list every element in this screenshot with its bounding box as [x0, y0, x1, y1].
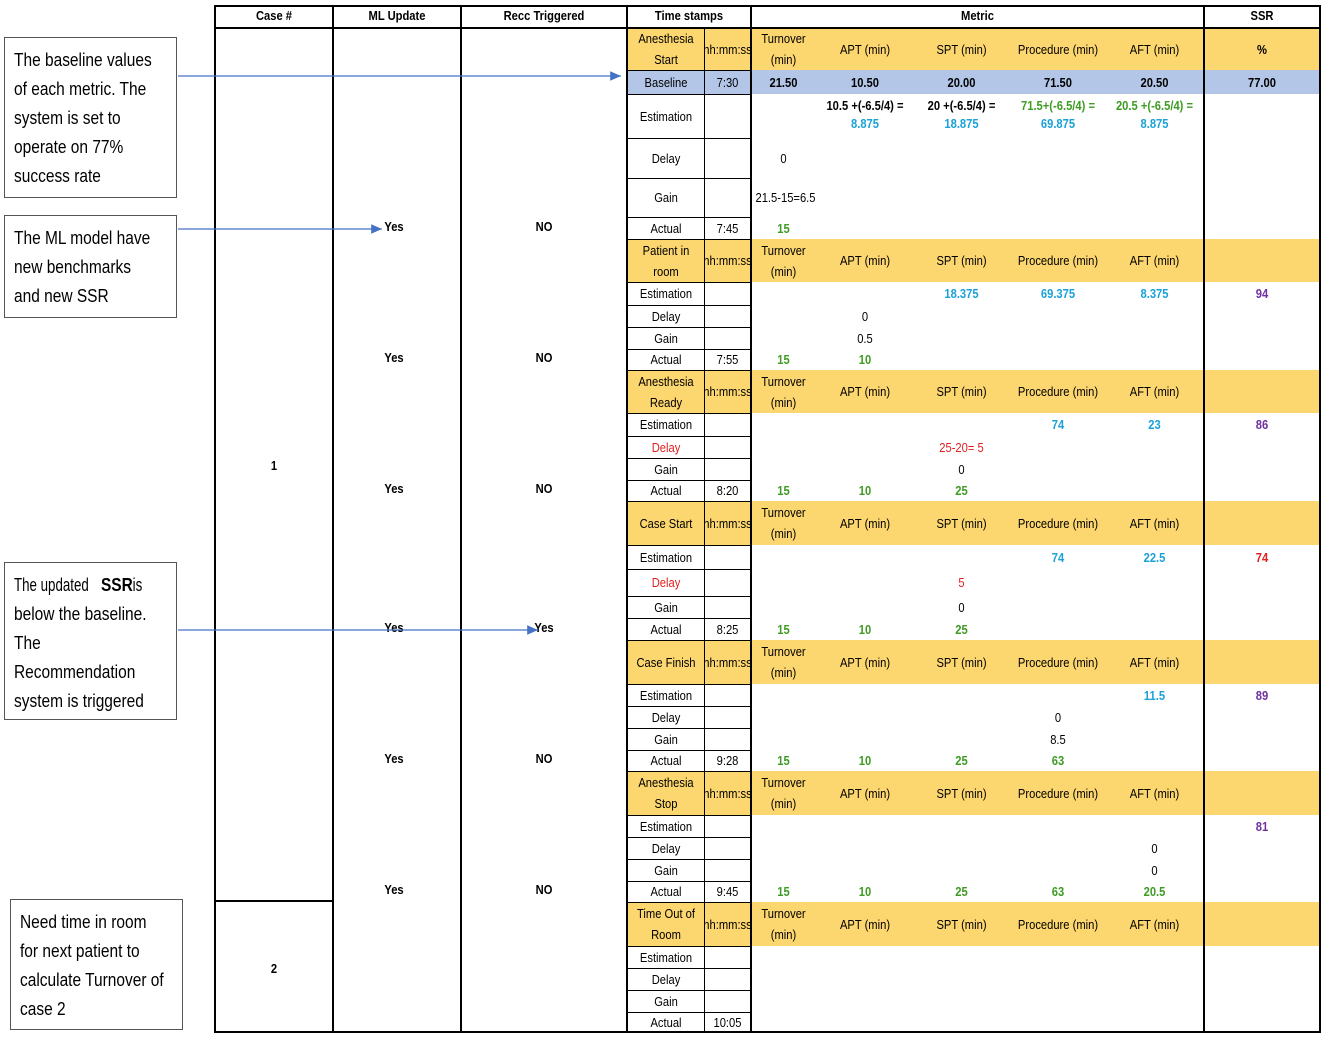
- callout-arrows: [178, 71, 621, 635]
